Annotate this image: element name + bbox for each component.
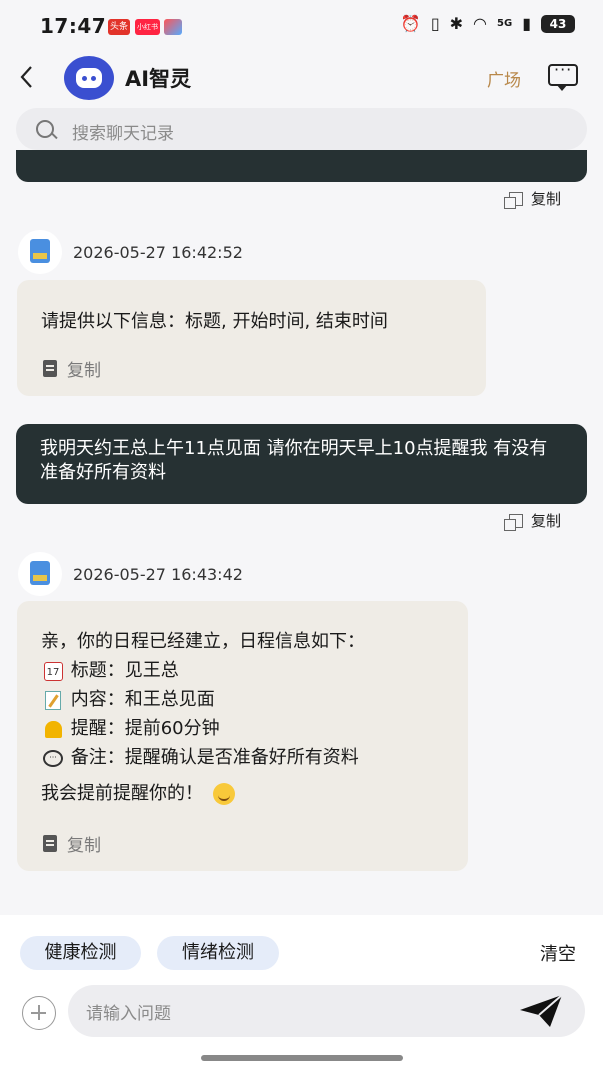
plus-icon[interactable] xyxy=(22,996,56,1030)
status-time: 17:47 xyxy=(40,14,107,38)
memo-shape xyxy=(45,690,61,710)
bluetooth-icon: ✱ xyxy=(449,14,464,33)
xiaohongshu-badge-icon: 小红书 xyxy=(135,19,160,35)
copy-button[interactable]: 复制 xyxy=(504,510,562,531)
clear-button[interactable]: 清空 xyxy=(540,940,576,966)
chat-icon-tail xyxy=(556,84,568,91)
schedule-line-text: 提醒：提前60分钟 xyxy=(70,718,220,739)
app-badge-icon xyxy=(164,19,182,35)
bell-shape xyxy=(44,720,62,738)
status-bar: 17:47 头条 小红书 ⏰ ▯ ✱ ◠ 5G ▮ 43 xyxy=(0,0,603,52)
search-input[interactable]: 搜索聊天记录 xyxy=(72,119,174,144)
bot-avatar xyxy=(18,230,62,274)
copy-icon xyxy=(504,513,523,531)
memo-icon xyxy=(41,686,65,715)
assistant-avatar[interactable] xyxy=(64,56,114,100)
copy-button[interactable]: 复制 xyxy=(43,356,101,381)
home-indicator[interactable] xyxy=(201,1055,403,1061)
robot-icon xyxy=(76,68,102,88)
alarm-icon: ⏰ xyxy=(400,14,421,33)
schedule-line-reminder: 提醒：提前60分钟 xyxy=(41,714,220,744)
schedule-line-text: 备注：提醒确认是否准备好所有资料 xyxy=(70,747,359,768)
back-button[interactable] xyxy=(14,62,42,92)
copy-label: 复制 xyxy=(531,190,562,208)
clipboard-icon xyxy=(43,360,57,377)
chip-health-check[interactable]: 健康检测 xyxy=(20,936,141,970)
bell-icon xyxy=(41,715,65,744)
schedule-line-title: 17 标题：见王总 xyxy=(41,656,179,686)
smile-emoji-icon xyxy=(212,783,235,805)
input-placeholder: 请输入问题 xyxy=(86,1004,171,1024)
message-text: 请提供以下信息：标题, 开始时间, 结束时间 xyxy=(41,311,388,332)
bottom-input-bar: 健康检测 情绪检测 清空 请输入问题 xyxy=(0,915,603,1073)
schedule-line-text: 内容：和王总见面 xyxy=(70,689,215,710)
copy-label: 复制 xyxy=(67,836,101,856)
square-link[interactable]: 广场 xyxy=(487,66,521,91)
toutiao-badge-icon: 头条 xyxy=(108,19,131,35)
bot-message-bubble: 请提供以下信息：标题, 开始时间, 结束时间 复制 xyxy=(17,280,486,396)
robot-eye-left xyxy=(82,76,87,81)
copy-button[interactable]: 复制 xyxy=(504,188,562,209)
copy-icon xyxy=(504,191,523,209)
page-title: AI智灵 xyxy=(125,67,192,91)
speech-bubble-icon: ··· xyxy=(41,744,65,773)
user-message-bubble: 我明天约王总上午11点见面 请你在明天早上10点提醒我 有没有准备好所有资料 xyxy=(16,424,587,504)
chat-icon[interactable] xyxy=(548,60,578,86)
user-message-bubble-previous xyxy=(16,150,587,182)
robot-eye-right xyxy=(91,76,96,81)
battery-icon: 43 xyxy=(541,14,575,33)
calendar-day: 17 xyxy=(43,661,63,681)
copy-label: 复制 xyxy=(67,361,101,381)
closing-text: 我会提前提醒你的！ xyxy=(41,783,203,804)
send-icon[interactable] xyxy=(517,992,565,1030)
bot-message-bubble: 亲，你的日程已经建立，日程信息如下： 17 标题：见王总 内容：和王总见面 提醒… xyxy=(17,601,468,871)
back-arrow-icon xyxy=(20,66,32,88)
vibrate-icon: ▯ xyxy=(430,14,440,33)
message-timestamp: 2026-05-27 16:43:42 xyxy=(73,565,243,584)
bot-logo-icon xyxy=(30,239,50,263)
signal-icon: ▮ xyxy=(522,14,531,33)
message-text: 我明天约王总上午11点见面 请你在明天早上10点提醒我 有没有准备好所有资料 xyxy=(40,438,548,483)
schedule-line-text: 标题：见王总 xyxy=(70,660,179,681)
bot-avatar xyxy=(18,552,62,596)
clipboard-icon xyxy=(43,835,57,852)
message-intro: 亲，你的日程已经建立，日程信息如下： xyxy=(41,631,365,652)
search-icon xyxy=(36,120,54,138)
network-label: 5G xyxy=(497,18,513,29)
message-timestamp: 2026-05-27 16:42:52 xyxy=(73,243,243,262)
bot-logo-icon xyxy=(30,561,50,585)
schedule-line-content: 内容：和王总见面 xyxy=(41,685,215,715)
speech-shape: ··· xyxy=(43,749,63,767)
schedule-line-note: ··· 备注：提醒确认是否准备好所有资料 xyxy=(41,743,359,773)
message-closing: 我会提前提醒你的！ xyxy=(41,779,235,808)
question-input[interactable]: 请输入问题 xyxy=(68,985,585,1037)
status-icons: ⏰ ▯ ✱ ◠ 5G ▮ 43 xyxy=(401,14,575,33)
calendar-icon: 17 xyxy=(41,657,65,686)
copy-button[interactable]: 复制 xyxy=(43,831,101,856)
chip-emotion-check[interactable]: 情绪检测 xyxy=(157,936,279,970)
copy-label: 复制 xyxy=(531,512,562,530)
search-bar[interactable]: 搜索聊天记录 xyxy=(16,108,587,150)
wifi-icon: ◠ xyxy=(473,14,488,33)
